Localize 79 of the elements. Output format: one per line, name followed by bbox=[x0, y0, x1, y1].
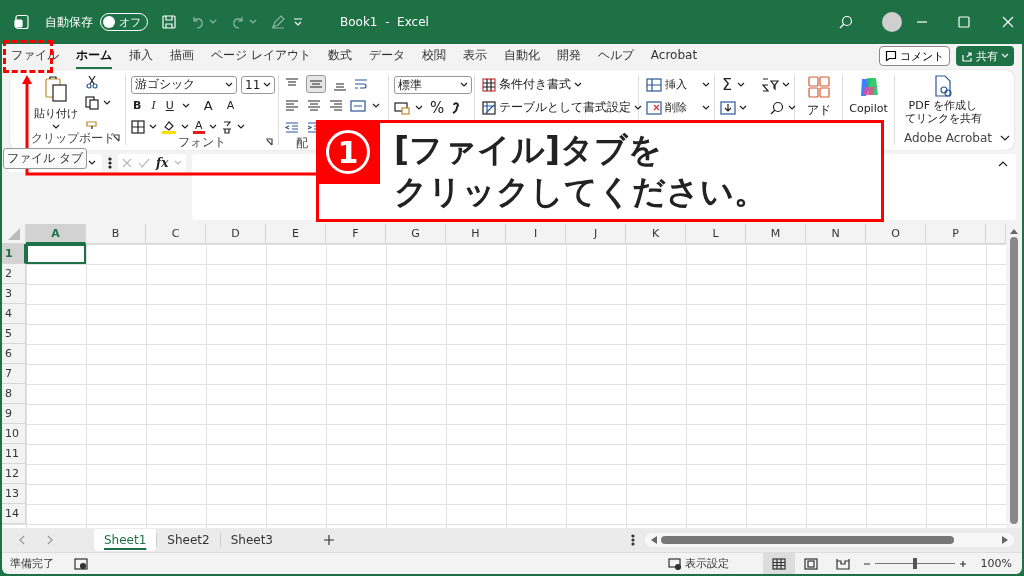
sheet-tab[interactable]: Sheet2 bbox=[157, 529, 220, 551]
ribbon-tab[interactable]: Acrobat bbox=[650, 45, 698, 67]
zoom-level[interactable]: 100% bbox=[980, 557, 1012, 570]
column-header[interactable]: O bbox=[866, 224, 926, 244]
autosum-button[interactable]: Σ bbox=[720, 75, 735, 94]
ribbon-tab[interactable]: 挿入 bbox=[129, 44, 153, 69]
conditional-formatting-button[interactable]: 条件付き書式 bbox=[480, 76, 644, 93]
row-header[interactable]: 13 bbox=[2, 484, 26, 504]
row-header[interactable]: 1 bbox=[2, 244, 26, 264]
row-header[interactable]: 2 bbox=[2, 264, 26, 284]
instruction-text: [ファイル]タブを クリックしてください。 bbox=[393, 129, 767, 213]
row-header[interactable]: 9 bbox=[2, 404, 26, 424]
row-header[interactable]: 5 bbox=[2, 324, 26, 344]
ribbon-tab[interactable]: ページ レイアウト bbox=[211, 44, 311, 69]
number-format-field[interactable]: 標準 bbox=[394, 76, 472, 94]
row-header[interactable]: 14 bbox=[2, 504, 26, 524]
comment-button[interactable]: コメント bbox=[879, 46, 950, 66]
pdf-share-button[interactable]: PDF を作成し てリンクを共有 bbox=[901, 75, 985, 131]
font-size-field[interactable]: 11 bbox=[241, 75, 275, 94]
shrink-font-button[interactable]: A bbox=[224, 99, 237, 112]
column-header[interactable]: B bbox=[86, 224, 146, 244]
ribbon-tab[interactable]: 校閲 bbox=[421, 44, 446, 69]
row-header[interactable]: 3 bbox=[2, 284, 26, 304]
group-label: クリップボード bbox=[31, 129, 115, 147]
paste-button[interactable]: 貼り付け bbox=[31, 75, 81, 131]
display-settings-button[interactable]: 表示設定 bbox=[661, 555, 735, 572]
status-text: 準備完了 bbox=[10, 556, 54, 571]
insert-cells-button[interactable]: 挿入 bbox=[644, 77, 689, 92]
column-header[interactable]: G bbox=[386, 224, 446, 244]
sheet-tab[interactable]: Sheet3 bbox=[220, 529, 283, 551]
row-header[interactable]: 11 bbox=[2, 444, 26, 464]
window-title: Book1 - Excel bbox=[340, 15, 429, 29]
share-button[interactable]: 共有 bbox=[956, 46, 1014, 66]
column-header[interactable]: D bbox=[206, 224, 266, 244]
column-header[interactable]: N bbox=[806, 224, 866, 244]
ribbon-tab[interactable]: 描画 bbox=[170, 44, 194, 69]
row-header[interactable]: 8 bbox=[2, 384, 26, 404]
column-header[interactable]: E bbox=[266, 224, 326, 244]
underline-button[interactable]: U bbox=[163, 99, 176, 112]
format-as-table-button[interactable]: テーブルとして書式設定 bbox=[480, 99, 644, 116]
file-tab-tooltip: ファイル タブ bbox=[3, 148, 87, 169]
row-header[interactable]: 7 bbox=[2, 364, 26, 384]
bold-button[interactable]: B bbox=[131, 99, 144, 112]
column-header[interactable]: M bbox=[746, 224, 806, 244]
percent-button[interactable]: % bbox=[428, 98, 447, 117]
column-header[interactable]: C bbox=[146, 224, 206, 244]
column-header[interactable]: P bbox=[926, 224, 986, 244]
ribbon-tab[interactable]: ホーム bbox=[76, 44, 112, 69]
group-label: 配 bbox=[296, 134, 308, 152]
ribbon-tab[interactable]: 数式 bbox=[327, 44, 352, 69]
autosave-label: 自動保存 bbox=[45, 13, 93, 31]
column-header[interactable]: A bbox=[26, 224, 86, 244]
column-header[interactable]: F bbox=[326, 224, 386, 244]
column-header[interactable]: L bbox=[686, 224, 746, 244]
font-name-field[interactable]: 游ゴシック bbox=[131, 75, 237, 94]
row-header[interactable]: 10 bbox=[2, 424, 26, 444]
column-header[interactable]: H bbox=[446, 224, 506, 244]
ribbon-tab[interactable]: 自動化 bbox=[503, 44, 540, 69]
delete-cells-button[interactable]: 削除 bbox=[644, 100, 689, 115]
group-label: Adobe Acrobat bbox=[903, 131, 993, 145]
add-ins-button[interactable]: アド bbox=[803, 75, 834, 119]
sheet-tab[interactable]: Sheet1 bbox=[94, 529, 157, 551]
copilot-button[interactable]: Copilot bbox=[846, 75, 891, 115]
font-color-button[interactable]: A bbox=[193, 119, 205, 134]
row-header[interactable]: 6 bbox=[2, 344, 26, 364]
group-label: フォント bbox=[178, 133, 226, 151]
ribbon-tab[interactable]: 表示 bbox=[462, 44, 487, 69]
ribbon-tab[interactable]: 開発 bbox=[556, 44, 581, 69]
italic-button[interactable]: I bbox=[149, 99, 158, 112]
row-header[interactable]: 4 bbox=[2, 304, 26, 324]
column-header[interactable]: K bbox=[626, 224, 686, 244]
column-header[interactable]: I bbox=[506, 224, 566, 244]
ribbon-tab[interactable]: データ bbox=[368, 44, 405, 69]
row-header[interactable]: 12 bbox=[2, 464, 26, 484]
column-header[interactable]: J bbox=[566, 224, 626, 244]
insert-function-button[interactable]: fx bbox=[156, 156, 169, 170]
grow-font-button[interactable]: A bbox=[201, 98, 215, 113]
step-badge: 1 bbox=[316, 120, 380, 184]
ribbon-tab[interactable]: ヘルプ bbox=[597, 44, 634, 69]
